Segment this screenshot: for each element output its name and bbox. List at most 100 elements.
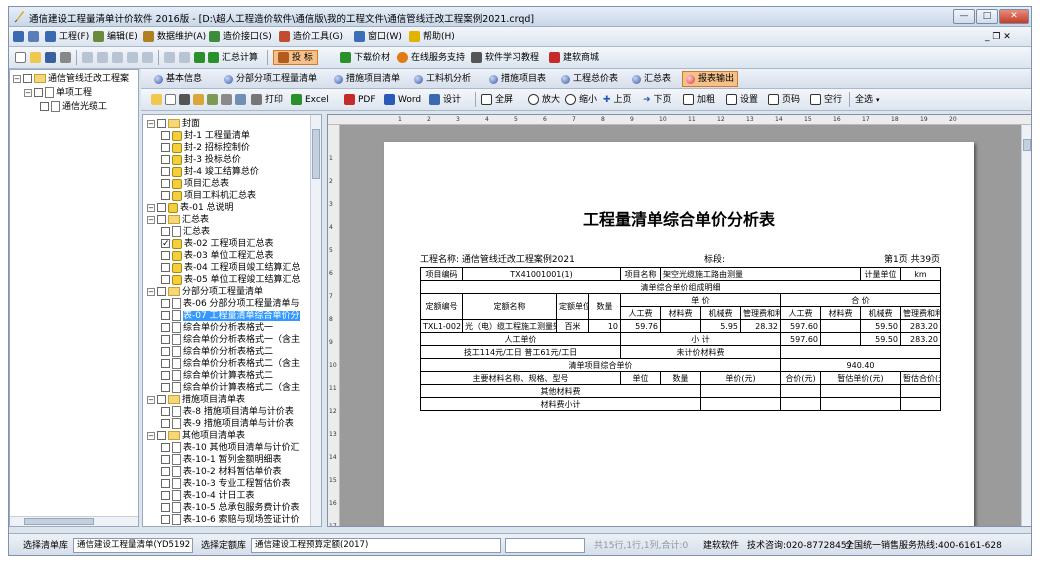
- collapse-toggle-icon[interactable]: −: [147, 215, 155, 224]
- checkbox[interactable]: [157, 119, 166, 128]
- checkbox[interactable]: [161, 407, 170, 416]
- export-pdf-button[interactable]: PDF: [344, 92, 376, 107]
- collapse-toggle-icon[interactable]: −: [147, 395, 155, 404]
- summary-calc-button[interactable]: 汇总计算: [208, 50, 258, 65]
- fullscreen-button[interactable]: 全屏: [481, 92, 513, 107]
- export-word-button[interactable]: Word: [384, 92, 421, 107]
- delete-icon[interactable]: [179, 52, 190, 63]
- report-tree-item[interactable]: 表-10-6 索赔与现场签证计价: [161, 513, 300, 526]
- collapse-toggle-icon[interactable]: −: [147, 431, 155, 440]
- bold-button[interactable]: 加粗: [683, 92, 715, 107]
- export-excel-button[interactable]: Excel: [291, 92, 329, 107]
- checkbox[interactable]: [157, 431, 166, 440]
- insert-row-icon[interactable]: [164, 52, 175, 63]
- menu-project[interactable]: 工程(F): [45, 29, 89, 44]
- new-report-icon[interactable]: [165, 94, 176, 105]
- checkbox[interactable]: [161, 179, 170, 188]
- library-select[interactable]: 通信建设工程量清单(YD5192: [73, 538, 193, 553]
- collapse-toggle-icon[interactable]: −: [147, 203, 155, 212]
- copy-icon[interactable]: [112, 52, 123, 63]
- prev-page-button[interactable]: ✚ 上页: [603, 92, 632, 107]
- maximize-button[interactable]: □: [976, 9, 998, 24]
- left-horizontal-scrollbar[interactable]: [10, 516, 138, 526]
- menu-edit[interactable]: 编辑(E): [93, 29, 138, 44]
- design-button[interactable]: 设计: [429, 92, 461, 107]
- collapse-toggle-icon[interactable]: −: [147, 287, 155, 296]
- tab-report-output[interactable]: 报表输出: [682, 71, 739, 87]
- checkbox[interactable]: [161, 479, 170, 488]
- checkbox[interactable]: [161, 323, 170, 332]
- checkbox[interactable]: [157, 287, 166, 296]
- collapse-toggle-icon[interactable]: −: [147, 119, 155, 128]
- checkbox[interactable]: [161, 311, 170, 320]
- checkbox[interactable]: [161, 491, 170, 500]
- tree-unit-project[interactable]: 通信光缆工: [40, 100, 107, 115]
- tutorial-button[interactable]: 软件学习教程: [471, 50, 539, 65]
- checkbox[interactable]: [161, 263, 170, 272]
- zoom-in-button[interactable]: 放大: [528, 92, 560, 107]
- print-button[interactable]: 打印: [251, 92, 283, 107]
- checkbox[interactable]: [161, 347, 170, 356]
- rename-icon[interactable]: [193, 94, 204, 105]
- checkbox[interactable]: [161, 237, 170, 252]
- next-page-button[interactable]: ➜ 下页: [643, 92, 672, 107]
- select-all-button[interactable]: 全选 ▾: [855, 92, 880, 107]
- undo-icon[interactable]: [82, 52, 93, 63]
- settings-button[interactable]: 设置: [726, 92, 758, 107]
- export-icon[interactable]: [221, 94, 232, 105]
- checkbox[interactable]: [161, 143, 170, 152]
- online-support-button[interactable]: 在线服务支持: [397, 50, 465, 65]
- checkbox[interactable]: [161, 515, 170, 524]
- menu-price-interface[interactable]: 造价接口(S): [209, 29, 272, 44]
- checkbox[interactable]: [161, 131, 170, 140]
- mall-button[interactable]: 建软商城: [549, 50, 599, 65]
- checkbox[interactable]: [161, 227, 170, 236]
- checkbox[interactable]: [161, 359, 170, 368]
- checkbox[interactable]: [161, 419, 170, 428]
- tab-measure-list[interactable]: 措施项目清单: [331, 71, 403, 87]
- zoom-out-button[interactable]: 缩小: [565, 92, 597, 107]
- checkbox[interactable]: [161, 455, 170, 464]
- menu-data-maintenance[interactable]: 数据维护(A): [143, 29, 206, 44]
- bid-button[interactable]: 投 标: [273, 50, 318, 65]
- save-icon[interactable]: [45, 52, 56, 63]
- menu-help[interactable]: 帮助(H): [409, 29, 455, 44]
- tab-basic-info[interactable]: 基本信息: [151, 71, 205, 87]
- menu-price-tools[interactable]: 造价工具(G): [279, 29, 343, 44]
- checkbox[interactable]: [161, 191, 170, 200]
- tab-summary[interactable]: 汇总表: [629, 71, 674, 87]
- menu-window[interactable]: 窗口(W): [354, 29, 402, 44]
- find-icon[interactable]: [142, 52, 153, 63]
- new-file-icon[interactable]: [15, 52, 26, 63]
- tab-measure-table[interactable]: 措施项目表: [486, 71, 549, 87]
- open-folder-icon[interactable]: [30, 52, 41, 63]
- search-input[interactable]: [505, 538, 585, 553]
- arrow-right-icon[interactable]: [194, 52, 205, 63]
- wrench-icon[interactable]: [28, 31, 39, 42]
- paste-icon[interactable]: [127, 52, 138, 63]
- tab-sub-item-list[interactable]: 分部分项工程量清单: [221, 71, 320, 87]
- close-button[interactable]: ✕: [999, 9, 1029, 24]
- report-tree-scrollbar[interactable]: [310, 115, 321, 526]
- checkbox[interactable]: [161, 335, 170, 344]
- checkbox[interactable]: [161, 155, 170, 164]
- quota-select[interactable]: 通信建设工程预算定额(2017): [251, 538, 501, 553]
- tab-labor-material-analysis[interactable]: 工料机分析: [411, 71, 474, 87]
- page-number-button[interactable]: 页码: [768, 92, 800, 107]
- checkbox[interactable]: [161, 251, 170, 260]
- tree-single-project[interactable]: − 单项工程: [24, 86, 92, 101]
- minimize-button[interactable]: —: [953, 9, 975, 24]
- checkbox[interactable]: [161, 443, 170, 452]
- download-prices-button[interactable]: 下载价材: [340, 50, 390, 65]
- tab-total-price[interactable]: 工程总价表: [558, 71, 621, 87]
- checkbox[interactable]: [161, 383, 170, 392]
- image-icon[interactable]: [235, 94, 246, 105]
- checkbox[interactable]: [161, 299, 170, 308]
- copy-report-icon[interactable]: [207, 94, 218, 105]
- open-folder-icon[interactable]: [151, 94, 162, 105]
- document-controls[interactable]: _ ❐ ✕: [985, 29, 1011, 44]
- print-icon[interactable]: [60, 52, 71, 63]
- cut-icon[interactable]: [97, 52, 108, 63]
- blank-row-button[interactable]: 空行: [810, 92, 842, 107]
- preview-vertical-scrollbar[interactable]: [1021, 125, 1031, 526]
